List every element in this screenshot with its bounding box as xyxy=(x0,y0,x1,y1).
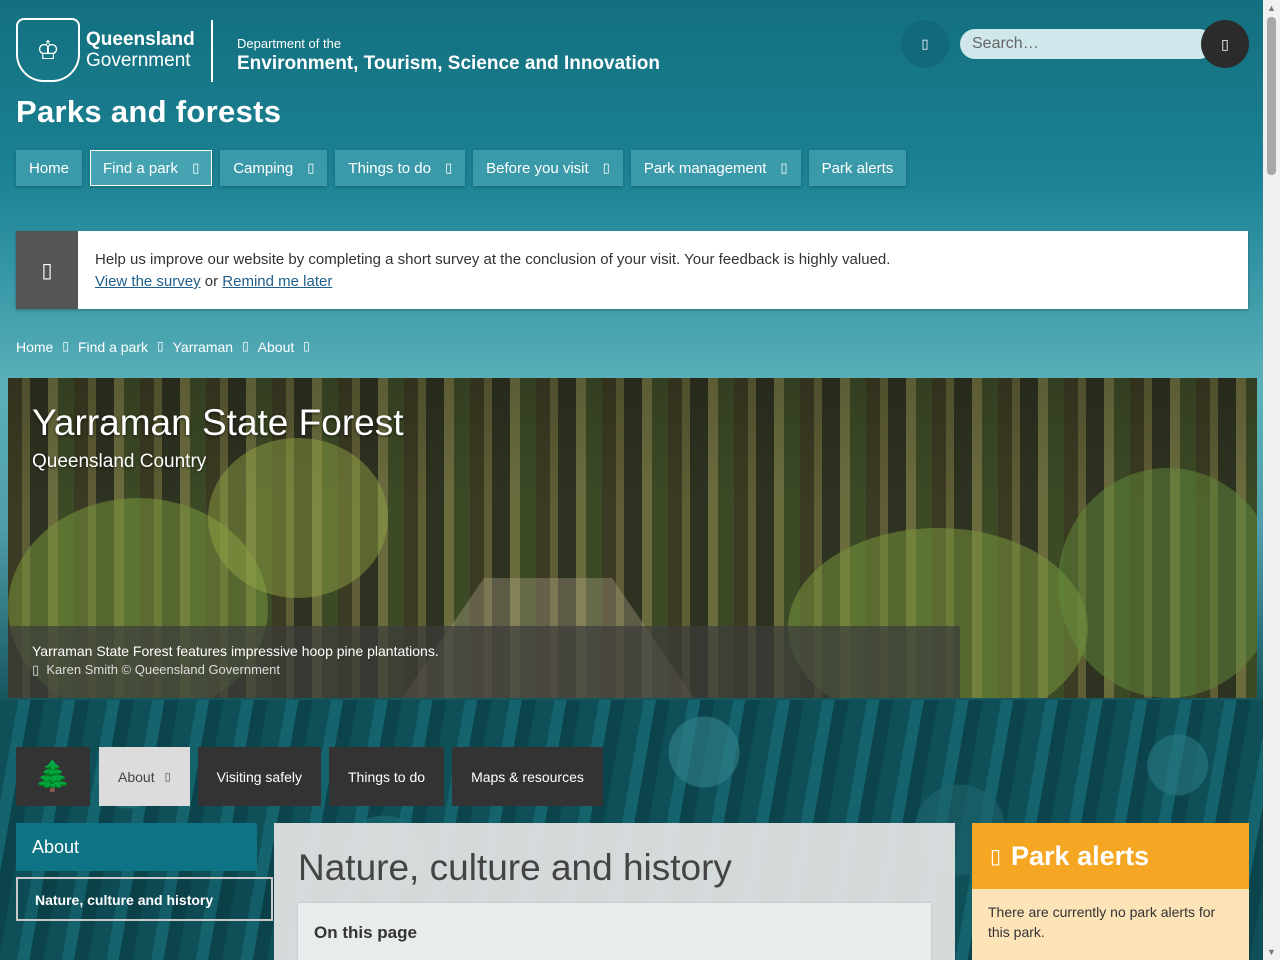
sidebar-section-about[interactable]: About xyxy=(16,823,257,871)
breadcrumb-find-a-park[interactable]: Find a park xyxy=(78,339,148,355)
scroll-up-icon[interactable]: ▲ xyxy=(1267,3,1276,13)
scrollbar-thumb[interactable] xyxy=(1267,17,1276,175)
department-name: Department of the Environment, Tourism, … xyxy=(237,36,660,75)
nav-home[interactable]: Home xyxy=(16,150,83,186)
survey-icon: ▯ xyxy=(16,231,78,309)
site-title[interactable]: Parks and forests xyxy=(16,94,281,130)
nav-park-management[interactable]: Park management ▯ xyxy=(630,150,801,186)
nav-camping[interactable]: Camping ▯ xyxy=(220,150,328,186)
gov-line2: Government xyxy=(86,50,191,71)
park-title: Yarraman State Forest xyxy=(32,402,404,443)
tree-icon: 🌲 xyxy=(34,760,72,793)
caption-text: Yarraman State Forest features impressiv… xyxy=(32,643,439,659)
gov-line1: Queensland xyxy=(86,29,195,50)
park-tabs: About ▯ Visiting safely Things to do Maps… xyxy=(99,747,603,806)
header-divider xyxy=(211,20,213,82)
on-this-page-box: On this page xyxy=(298,903,931,960)
tab-visiting-safely[interactable]: Visiting safely xyxy=(197,747,321,806)
main-nav: Home Find a park ▯ Camping ▯ Things to do ▯… xyxy=(16,150,907,186)
breadcrumb-about[interactable]: About xyxy=(258,339,295,355)
breadcrumb-yarraman[interactable]: Yarraman xyxy=(173,339,233,355)
chevron-down-icon: ▯ xyxy=(444,160,453,175)
square-icon: ▯ xyxy=(921,36,929,51)
site-menu-button[interactable]: ▯ xyxy=(901,20,949,68)
qld-government-logo[interactable]: ♔ Queensland Government xyxy=(16,18,195,82)
camera-icon: ▯ xyxy=(32,662,40,677)
chevron-right-icon: ▯ xyxy=(242,339,249,353)
park-home-button[interactable]: 🌲 xyxy=(16,747,90,806)
survey-text: Help us improve our website by completin… xyxy=(95,251,891,268)
dept-small: Department of the xyxy=(237,36,342,51)
chevron-down-icon: ▯ xyxy=(780,160,788,175)
sidebar-item-nature[interactable]: Nature, culture and history xyxy=(16,877,273,921)
page-heading: Nature, culture and history xyxy=(298,847,732,888)
park-alerts-heading: ▯ Park alerts xyxy=(972,823,1249,889)
nav-find-a-park[interactable]: Find a park ▯ xyxy=(90,150,213,186)
scroll-down-icon[interactable]: ▼ xyxy=(1267,947,1276,957)
view-survey-link[interactable]: View the survey xyxy=(95,273,201,290)
breadcrumb-home[interactable]: Home xyxy=(16,339,53,355)
chevron-right-icon: ▯ xyxy=(157,339,164,353)
chevron-down-icon: ▯ xyxy=(307,160,315,175)
search-input[interactable] xyxy=(960,29,1214,59)
photo-credit: Karen Smith © Queensland Government xyxy=(46,662,280,677)
tab-about[interactable]: About ▯ xyxy=(99,747,190,806)
chevron-down-icon: ▯ xyxy=(164,771,171,783)
chevron-right-icon: ▯ xyxy=(303,339,310,353)
search-icon: ▯ xyxy=(1221,35,1229,52)
remind-later-link[interactable]: Remind me later xyxy=(222,273,332,290)
chevron-down-icon: ▯ xyxy=(192,160,200,175)
nav-before-you-visit[interactable]: Before you visit ▯ xyxy=(473,150,623,186)
park-region: Queensland Country xyxy=(32,451,207,472)
page-scrollbar[interactable]: ▲ ▼ xyxy=(1263,0,1280,960)
tab-maps-resources[interactable]: Maps & resources xyxy=(452,747,603,806)
search-button[interactable]: ▯ xyxy=(1201,20,1249,68)
coat-of-arms-icon: ♔ xyxy=(16,18,80,82)
image-caption: Yarraman State Forest features impressiv… xyxy=(8,626,960,698)
chevron-right-icon: ▯ xyxy=(62,339,69,353)
alert-icon: ▯ xyxy=(990,845,1002,868)
main-content: Nature, culture and history On this page xyxy=(274,823,955,960)
dept-big: Environment, Tourism, Science and Innova… xyxy=(237,53,660,74)
breadcrumb: Home ▯ Find a park ▯ Yarraman ▯ About ▯ xyxy=(16,339,310,355)
chevron-down-icon: ▯ xyxy=(602,160,610,175)
park-alerts-body: There are currently no park alerts for t… xyxy=(972,889,1249,960)
nav-park-alerts[interactable]: Park alerts xyxy=(808,150,907,186)
nav-things-to-do[interactable]: Things to do ▯ xyxy=(335,150,466,186)
survey-banner: ▯ Help us improve our website by complet… xyxy=(16,231,1248,309)
on-this-page-heading: On this page xyxy=(314,923,417,942)
tab-things-to-do[interactable]: Things to do xyxy=(329,747,445,806)
